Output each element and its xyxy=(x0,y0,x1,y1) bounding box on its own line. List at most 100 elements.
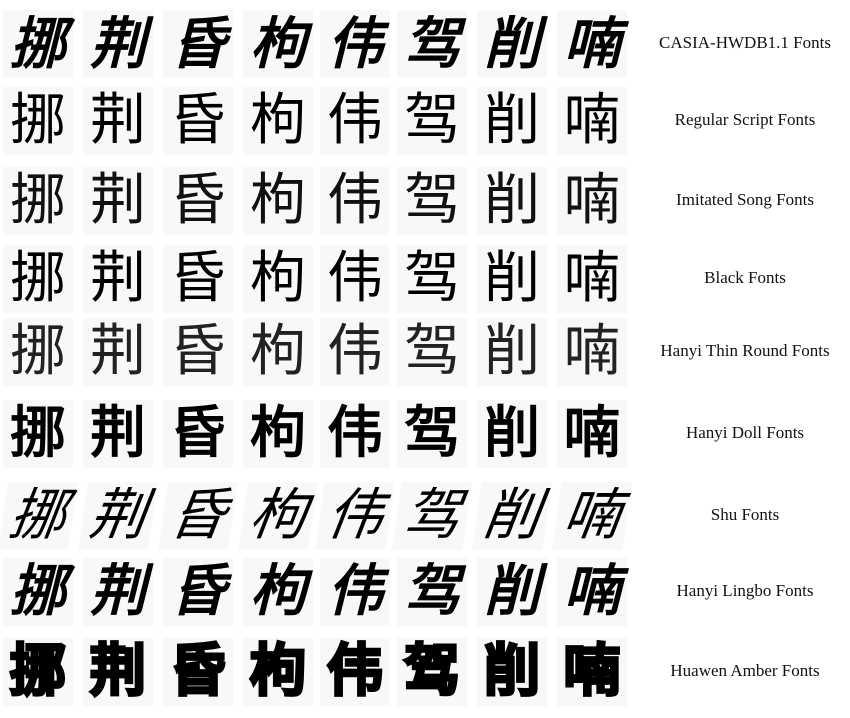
character-glyph: 枸 xyxy=(243,638,313,706)
character-glyph: 喃 xyxy=(557,638,627,706)
font-row: 挪荆昏枸伟驾削喃 Shu Fonts xyxy=(0,476,850,554)
character-glyph: 荆 xyxy=(83,167,153,235)
font-label: Shu Fonts xyxy=(710,505,780,524)
character-glyph: 挪 xyxy=(3,558,73,626)
font-label: Hanyi Doll Fonts xyxy=(685,423,805,442)
character-glyph: 荆 xyxy=(83,318,153,386)
character-glyph: 驾 xyxy=(397,400,467,468)
font-label: Huawen Amber Fonts xyxy=(670,661,820,680)
font-row: 挪荆昏枸伟驾削喃 Regular Script Fonts xyxy=(0,81,850,159)
character-glyph: 荆 xyxy=(83,245,153,313)
character-glyph: 挪 xyxy=(3,10,73,78)
character-glyph: 驾 xyxy=(397,558,467,626)
character-glyph: 挪 xyxy=(3,245,73,313)
glyph-strip: 挪荆昏枸伟驾削喃 xyxy=(0,239,640,317)
font-row: 挪荆昏枸伟驾削喃 Hanyi Lingbo Fonts xyxy=(0,552,850,630)
character-glyph: 昏 xyxy=(163,558,233,626)
character-glyph: 枸 xyxy=(243,87,313,155)
character-glyph: 枸 xyxy=(243,400,313,468)
character-glyph: 驾 xyxy=(397,87,467,155)
character-glyph: 荆 xyxy=(78,482,158,550)
character-glyph: 枸 xyxy=(243,245,313,313)
character-glyph: 削 xyxy=(477,245,547,313)
character-glyph: 喃 xyxy=(557,87,627,155)
character-glyph: 挪 xyxy=(3,167,73,235)
character-glyph: 喃 xyxy=(557,400,627,468)
character-glyph: 削 xyxy=(477,558,547,626)
glyph-strip: 挪荆昏枸伟驾削喃 xyxy=(0,632,640,710)
font-label: Hanyi Lingbo Fonts xyxy=(676,581,814,600)
character-glyph: 伟 xyxy=(320,87,390,155)
character-glyph: 昏 xyxy=(163,167,233,235)
character-glyph: 驾 xyxy=(397,10,467,78)
character-glyph: 喃 xyxy=(557,558,627,626)
character-glyph: 昏 xyxy=(163,318,233,386)
character-glyph: 昏 xyxy=(163,638,233,706)
character-glyph: 荆 xyxy=(83,10,153,78)
character-glyph: 喃 xyxy=(557,318,627,386)
character-glyph: 挪 xyxy=(0,482,78,550)
character-glyph: 枸 xyxy=(238,482,318,550)
character-glyph: 枸 xyxy=(243,167,313,235)
font-row: 挪荆昏枸伟驾削喃 Huawen Amber Fonts xyxy=(0,632,850,710)
character-glyph: 昏 xyxy=(163,87,233,155)
character-glyph: 昏 xyxy=(163,400,233,468)
font-label: Imitated Song Fonts xyxy=(676,190,814,209)
character-glyph: 喃 xyxy=(557,245,627,313)
glyph-strip: 挪荆昏枸伟驾削喃 xyxy=(0,81,640,159)
character-glyph: 削 xyxy=(477,400,547,468)
character-glyph: 伟 xyxy=(320,558,390,626)
character-glyph: 荆 xyxy=(83,87,153,155)
character-glyph: 驾 xyxy=(397,167,467,235)
character-glyph: 昏 xyxy=(158,482,238,550)
font-row: 挪荆昏枸伟驾削喃 Imitated Song Fonts xyxy=(0,161,850,239)
character-glyph: 伟 xyxy=(315,482,395,550)
character-glyph: 荆 xyxy=(83,400,153,468)
font-label: Black Fonts xyxy=(704,268,786,287)
character-glyph: 挪 xyxy=(3,87,73,155)
character-glyph: 削 xyxy=(477,87,547,155)
character-glyph: 伟 xyxy=(320,245,390,313)
font-label: Regular Script Fonts xyxy=(674,110,816,129)
character-glyph: 挪 xyxy=(3,318,73,386)
glyph-strip: 挪荆昏枸伟驾削喃 xyxy=(0,4,640,82)
font-label: Hanyi Thin Round Fonts xyxy=(660,341,830,360)
font-row: 挪荆昏枸伟驾削喃 Hanyi Doll Fonts xyxy=(0,394,850,472)
font-row: 挪荆昏枸伟驾削喃 Hanyi Thin Round Fonts xyxy=(0,312,850,390)
character-glyph: 挪 xyxy=(3,638,73,706)
character-glyph: 伟 xyxy=(320,167,390,235)
font-row: 挪荆昏枸伟驾削喃 CASIA-HWDB1.1 Fonts xyxy=(0,4,850,82)
character-glyph: 伟 xyxy=(320,10,390,78)
character-glyph: 昏 xyxy=(163,245,233,313)
glyph-strip: 挪荆昏枸伟驾削喃 xyxy=(0,161,640,239)
character-glyph: 削 xyxy=(477,318,547,386)
character-glyph: 喃 xyxy=(557,167,627,235)
character-glyph: 喃 xyxy=(557,10,627,78)
character-glyph: 削 xyxy=(477,10,547,78)
glyph-strip: 挪荆昏枸伟驾削喃 xyxy=(0,394,640,472)
character-glyph: 驾 xyxy=(397,638,467,706)
character-glyph: 削 xyxy=(477,638,547,706)
font-row: 挪荆昏枸伟驾削喃 Black Fonts xyxy=(0,239,850,317)
font-comparison-figure: 挪荆昏枸伟驾削喃 CASIA-HWDB1.1 Fonts 挪荆昏枸伟驾削喃 Regul… xyxy=(0,0,850,718)
character-glyph: 荆 xyxy=(83,638,153,706)
glyph-strip: 挪荆昏枸伟驾削喃 xyxy=(0,476,640,554)
character-glyph: 削 xyxy=(472,482,552,550)
character-glyph: 枸 xyxy=(243,318,313,386)
glyph-strip: 挪荆昏枸伟驾削喃 xyxy=(0,312,640,390)
character-glyph: 驾 xyxy=(397,318,467,386)
character-glyph: 昏 xyxy=(163,10,233,78)
character-glyph: 挪 xyxy=(3,400,73,468)
character-glyph: 伟 xyxy=(320,638,390,706)
character-glyph: 伟 xyxy=(320,318,390,386)
character-glyph: 驾 xyxy=(397,245,467,313)
font-label: CASIA-HWDB1.1 Fonts xyxy=(659,33,831,52)
character-glyph: 伟 xyxy=(320,400,390,468)
glyph-strip: 挪荆昏枸伟驾削喃 xyxy=(0,552,640,630)
character-glyph: 削 xyxy=(477,167,547,235)
character-glyph: 喃 xyxy=(552,482,632,550)
character-glyph: 枸 xyxy=(243,10,313,78)
character-glyph: 荆 xyxy=(83,558,153,626)
character-glyph: 驾 xyxy=(392,482,472,550)
character-glyph: 枸 xyxy=(243,558,313,626)
